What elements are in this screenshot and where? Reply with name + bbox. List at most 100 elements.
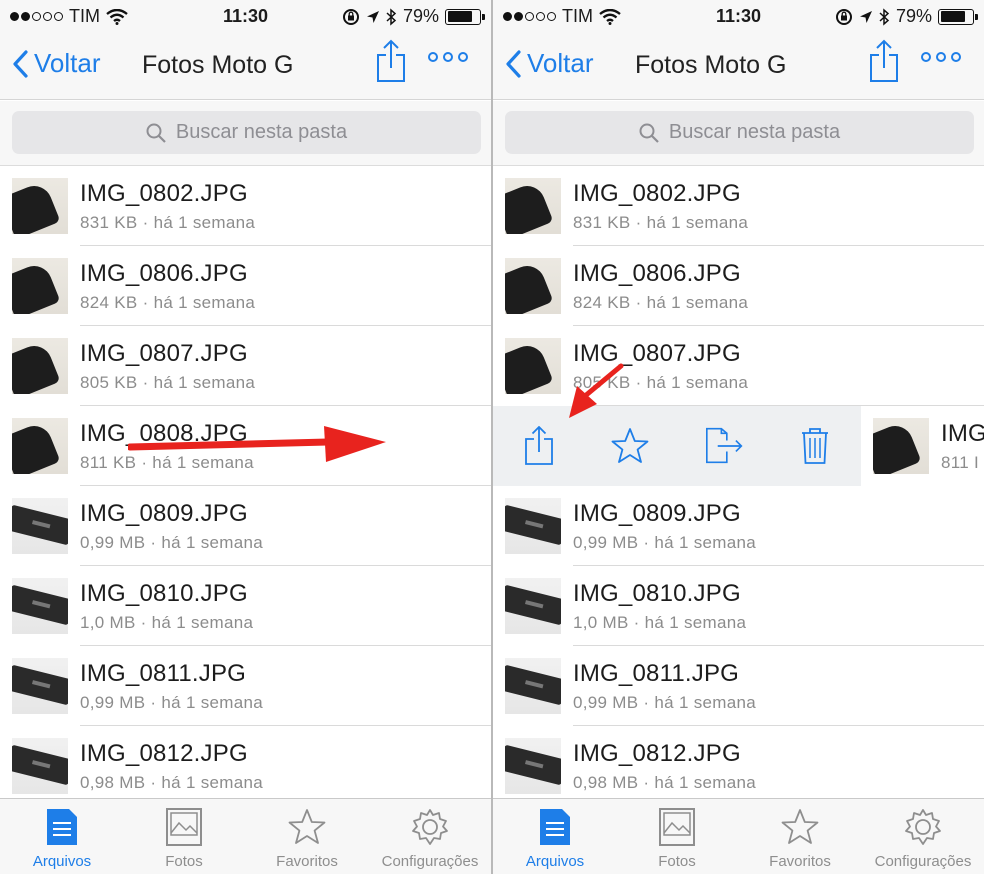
tab-fotos[interactable]: Fotos [124, 805, 244, 873]
file-meta: 811 I [941, 453, 980, 472]
tab-favoritos[interactable]: Favoritos [247, 805, 367, 873]
search-bar: Buscar nesta pasta [0, 101, 491, 166]
star-icon [611, 428, 649, 463]
tab-arquivos[interactable]: Arquivos [2, 805, 122, 873]
tab-configuracoes[interactable]: Configurações [370, 805, 490, 873]
file-thumbnail [505, 338, 561, 394]
tab-label: Arquivos [525, 853, 585, 870]
file-meta: 0,98 MB · há 1 semana [80, 773, 264, 792]
search-placeholder: Buscar nesta pasta [668, 121, 841, 143]
search-icon [146, 123, 166, 143]
file-row[interactable]: IMG_0806.JPG 824 KB · há 1 semana [493, 246, 984, 326]
file-name: IMG_0806.JPG [573, 260, 741, 287]
file-meta: 824 KB · há 1 semana [80, 293, 256, 312]
file-thumbnail [12, 498, 68, 554]
file-meta: 805 KB · há 1 semana [573, 373, 749, 392]
file-row[interactable]: IMG_0810.JPG 1,0 MB · há 1 semana [0, 566, 491, 646]
swiped-file-row[interactable]: IMG 811 I [493, 406, 984, 486]
file-name: IMG_0807.JPG [80, 340, 248, 367]
photo-icon [659, 808, 695, 846]
file-meta: 811 KB · há 1 semana [80, 453, 254, 472]
file-meta: 805 KB · há 1 semana [80, 373, 256, 392]
tab-label: Arquivos [32, 853, 92, 870]
file-name: IMG_0811.JPG [573, 660, 740, 687]
file-row[interactable]: IMG_0808.JPG 811 KB · há 1 semana [0, 406, 491, 486]
file-row[interactable]: IMG_0806.JPG 824 KB · há 1 semana [0, 246, 491, 326]
screen-after-swipe: TIM 11:30 79% Voltar Fotos Moto G Buscar… [493, 0, 984, 874]
tab-arquivos[interactable]: Arquivos [495, 805, 615, 873]
row-share-button[interactable] [519, 426, 559, 466]
photo-icon [166, 808, 202, 846]
file-name: IMG_0806.JPG [80, 260, 248, 287]
tab-bar: Arquivos Fotos Favoritos Configurações [0, 798, 491, 874]
file-row[interactable]: IMG_0810.JPG 1,0 MB · há 1 semana [493, 566, 984, 646]
navigation-bar: Voltar Fotos Moto G [0, 34, 491, 100]
battery-percent: 79% [402, 6, 439, 26]
battery-percent: 79% [895, 6, 932, 26]
chevron-left-icon [13, 49, 28, 78]
file-meta: 0,99 MB · há 1 semana [80, 693, 264, 712]
tab-label: Fotos [165, 853, 203, 870]
share-icon[interactable] [868, 39, 900, 83]
file-meta: 831 KB · há 1 semana [573, 213, 749, 232]
file-thumbnail [12, 418, 68, 474]
share-icon[interactable] [375, 39, 407, 83]
star-icon [781, 809, 819, 844]
tab-bar: Arquivos Fotos Favoritos Configurações [493, 798, 984, 874]
file-meta: 0,98 MB · há 1 semana [573, 773, 757, 792]
file-name: IMG_0802.JPG [573, 180, 741, 207]
tab-fotos[interactable]: Fotos [617, 805, 737, 873]
page-title: Fotos Moto G [142, 51, 294, 79]
file-thumbnail [873, 418, 929, 474]
file-thumbnail [12, 178, 68, 234]
search-bar: Buscar nesta pasta [493, 101, 984, 166]
bluetooth-icon [879, 7, 890, 26]
file-thumbnail [12, 738, 68, 794]
search-icon [639, 123, 659, 143]
row-move-button[interactable] [705, 426, 745, 466]
move-icon [706, 427, 743, 464]
file-list: IMG_0802.JPG 831 KB · há 1 semana IMG_080… [0, 166, 491, 806]
bluetooth-icon [386, 7, 397, 26]
more-options-icon[interactable] [428, 52, 468, 62]
rotation-lock-icon [342, 8, 359, 25]
document-icon [47, 809, 77, 845]
star-icon [288, 809, 326, 844]
file-row[interactable]: IMG_0812.JPG 0,98 MB · há 1 semana [493, 726, 984, 806]
gear-icon [412, 809, 448, 845]
tab-configuracoes[interactable]: Configurações [863, 805, 983, 873]
tab-favoritos[interactable]: Favoritos [740, 805, 860, 873]
search-input[interactable]: Buscar nesta pasta [505, 111, 974, 154]
back-button[interactable]: Voltar [505, 48, 594, 79]
file-row[interactable]: IMG_0807.JPG 805 KB · há 1 semana [0, 326, 491, 406]
tab-label: Favoritos [276, 853, 338, 870]
file-meta: 0,99 MB · há 1 semana [573, 693, 757, 712]
file-name: IMG [941, 420, 984, 447]
file-row[interactable]: IMG_0802.JPG 831 KB · há 1 semana [493, 166, 984, 246]
status-bar: TIM 11:30 79% [493, 0, 984, 34]
back-label: Voltar [527, 48, 594, 78]
file-row[interactable]: IMG_0809.JPG 0,99 MB · há 1 semana [0, 486, 491, 566]
row-delete-button[interactable] [795, 426, 835, 466]
file-thumbnail [12, 338, 68, 394]
back-button[interactable]: Voltar [12, 48, 101, 79]
location-icon [859, 10, 872, 23]
file-meta: 0,99 MB · há 1 semana [80, 533, 264, 552]
tab-label: Favoritos [769, 853, 831, 870]
file-thumbnail [505, 738, 561, 794]
file-name: IMG_0809.JPG [80, 500, 248, 527]
status-bar: TIM 11:30 79% [0, 0, 491, 34]
file-row[interactable]: IMG_0812.JPG 0,98 MB · há 1 semana [0, 726, 491, 806]
file-row[interactable]: IMG_0802.JPG 831 KB · há 1 semana [0, 166, 491, 246]
more-options-icon[interactable] [921, 52, 961, 62]
row-favorite-button[interactable] [610, 426, 650, 466]
row-actions [493, 406, 861, 486]
file-row[interactable]: IMG_0807.JPG 805 KB · há 1 semana [493, 326, 984, 406]
file-row[interactable]: IMG_0809.JPG 0,99 MB · há 1 semana [493, 486, 984, 566]
search-placeholder: Buscar nesta pasta [175, 121, 348, 143]
file-name: IMG_0802.JPG [80, 180, 248, 207]
search-input[interactable]: Buscar nesta pasta [12, 111, 481, 154]
file-row[interactable]: IMG_0811.JPG 0,99 MB · há 1 semana [493, 646, 984, 726]
trash-icon [802, 428, 828, 464]
file-row[interactable]: IMG_0811.JPG 0,99 MB · há 1 semana [0, 646, 491, 726]
